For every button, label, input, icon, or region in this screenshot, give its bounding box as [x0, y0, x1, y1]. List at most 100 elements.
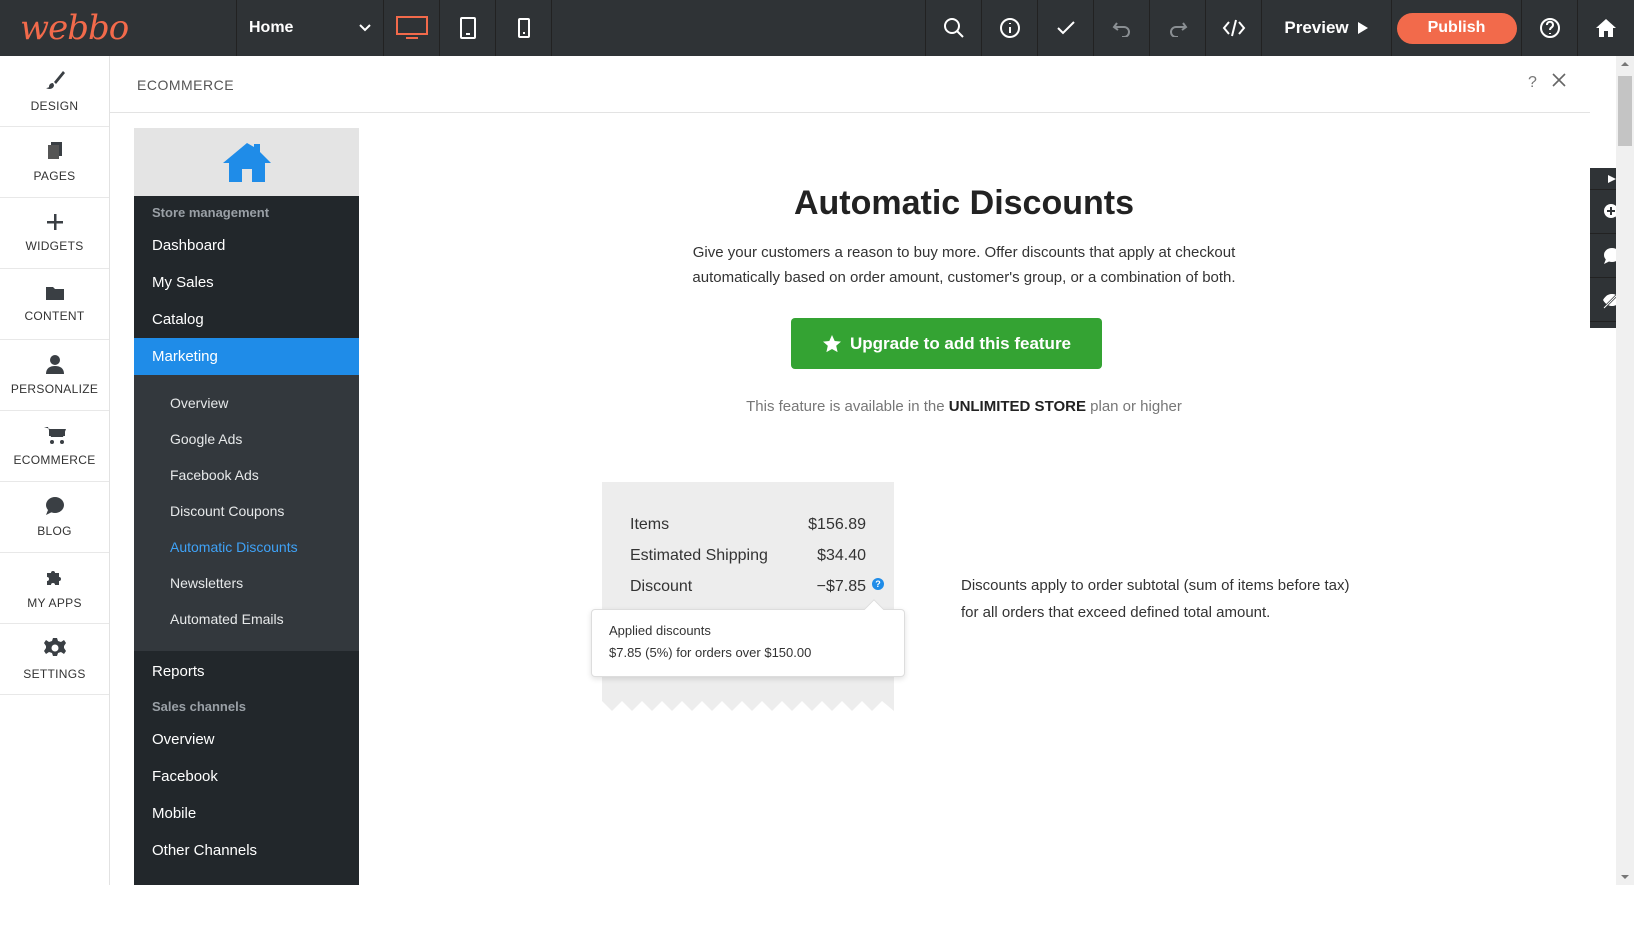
info-dot-icon: ? — [872, 578, 884, 590]
subnav-google-ads[interactable]: Google Ads — [134, 421, 359, 457]
gear-icon — [43, 638, 66, 656]
subnav-automated-emails[interactable]: Automated Emails — [134, 601, 359, 637]
plan-note: This feature is available in the UNLIMIT… — [359, 398, 1569, 415]
code-icon — [1222, 19, 1245, 37]
store-nav: Store management Dashboard My Sales Cata… — [134, 128, 359, 885]
receipt-value: $34.40 — [817, 547, 866, 564]
redo-button[interactable] — [1150, 0, 1206, 56]
marketing-subnav: Overview Google Ads Facebook Ads Discoun… — [134, 375, 359, 651]
pages-icon — [47, 142, 62, 159]
top-toolbar: webbo Home Preview Publish — [0, 0, 1634, 56]
rail-label: ECOMMERCE — [13, 453, 96, 467]
page-title: Automatic Discounts — [793, 184, 1135, 222]
rail-pages[interactable]: PAGES — [0, 127, 109, 198]
rail-label: PAGES — [33, 169, 76, 183]
tooltip-detail: $7.85 (5%) for orders over $150.00 — [609, 645, 812, 660]
puzzle-icon — [46, 571, 61, 585]
mobile-view-button[interactable] — [496, 0, 552, 56]
rail-content[interactable]: CONTENT — [0, 269, 109, 340]
nav-item-my-sales[interactable]: My Sales — [134, 264, 359, 301]
content-area: Automatic Discounts Give your customers … — [359, 128, 1569, 885]
plan-prefix: This feature is available in the — [746, 398, 945, 415]
toolbar-spacer — [552, 0, 926, 56]
subnav-overview[interactable]: Overview — [134, 385, 359, 421]
publish-wrap: Publish — [1392, 0, 1522, 56]
tablet-view-button[interactable] — [440, 0, 496, 56]
ecommerce-panel: ECOMMERCE ? Store management Dashboard M… — [110, 56, 1590, 885]
rail-label: SETTINGS — [23, 667, 86, 681]
nav-item-mobile[interactable]: Mobile — [134, 795, 359, 832]
left-rail: DESIGN PAGES WIDGETS CONTENT PERSONALIZE… — [0, 56, 110, 885]
rail-label: WIDGETS — [25, 239, 84, 253]
plan-suffix: plan or higher — [1090, 398, 1182, 415]
chevron-down-icon — [359, 24, 371, 32]
tablet-icon — [459, 17, 476, 39]
discount-explanation: Discounts apply to order subtotal (sum o… — [961, 577, 1350, 621]
nav-item-channel-overview[interactable]: Overview — [134, 721, 359, 758]
home-button[interactable] — [1578, 0, 1634, 56]
subnav-discount-coupons[interactable]: Discount Coupons — [134, 493, 359, 529]
store-home-button[interactable] — [134, 128, 359, 196]
undo-button[interactable] — [1094, 0, 1150, 56]
info-button[interactable] — [982, 0, 1038, 56]
checkmark-icon — [1056, 21, 1075, 35]
rail-label: DESIGN — [30, 99, 79, 113]
rail-label: CONTENT — [24, 309, 85, 323]
play-icon — [1357, 22, 1368, 34]
desktop-icon — [395, 16, 428, 39]
receipt-value: −$7.85 — [816, 578, 866, 595]
receipt-value: $156.89 — [808, 516, 866, 533]
receipt-row: Estimated Shipping $34.40 — [630, 547, 866, 565]
receipt-row: Items $156.89 — [630, 516, 866, 534]
receipt-row: Discount −$7.85 — [630, 578, 866, 596]
check-button[interactable] — [1038, 0, 1094, 56]
tooltip-title: Applied discounts — [609, 623, 711, 638]
person-icon — [45, 355, 64, 374]
help-button[interactable] — [1522, 0, 1578, 56]
rail-design[interactable]: DESIGN — [0, 56, 109, 127]
search-button[interactable] — [926, 0, 982, 56]
rail-label: BLOG — [37, 524, 72, 538]
nav-item-dashboard[interactable]: Dashboard — [134, 227, 359, 264]
code-button[interactable] — [1206, 0, 1262, 56]
upgrade-button[interactable]: Upgrade to add this feature — [791, 318, 1102, 369]
search-icon — [943, 18, 964, 38]
folder-icon — [45, 287, 64, 300]
panel-close-button[interactable] — [1552, 73, 1566, 92]
star-icon — [822, 334, 841, 352]
rail-settings[interactable]: SETTINGS — [0, 624, 109, 695]
nav-item-marketing[interactable]: Marketing — [134, 338, 359, 375]
rail-my-apps[interactable]: MY APPS — [0, 553, 109, 624]
close-icon — [1552, 73, 1566, 87]
publish-button[interactable]: Publish — [1396, 12, 1517, 44]
plus-icon — [46, 214, 63, 230]
mobile-icon — [517, 18, 530, 38]
rail-ecommerce[interactable]: ECOMMERCE — [0, 411, 109, 482]
desktop-view-button[interactable] — [384, 0, 440, 56]
rail-widgets[interactable]: WIDGETS — [0, 198, 109, 269]
receipt-label: Items — [630, 516, 670, 533]
rail-personalize[interactable]: PERSONALIZE — [0, 340, 109, 411]
preview-button[interactable]: Preview — [1262, 0, 1392, 56]
preview-label: Preview — [1284, 18, 1349, 37]
panel-help-button[interactable]: ? — [1528, 74, 1537, 92]
cart-icon — [43, 427, 66, 444]
page-select-dropdown[interactable]: Home — [237, 0, 384, 56]
nav-item-catalog[interactable]: Catalog — [134, 301, 359, 338]
info-icon — [999, 18, 1020, 38]
subnav-facebook-ads[interactable]: Facebook Ads — [134, 457, 359, 493]
scroll-down-icon — [1621, 875, 1629, 879]
subnav-automatic-discounts[interactable]: Automatic Discounts — [134, 529, 359, 565]
scroll-up-icon — [1621, 62, 1629, 66]
page-scrollbar[interactable] — [1616, 56, 1634, 885]
plan-name: UNLIMITED STORE — [948, 398, 1086, 415]
receipt-label: Estimated Shipping — [630, 547, 768, 564]
page-scrollbar-thumb[interactable] — [1618, 76, 1632, 146]
subnav-newsletters[interactable]: Newsletters — [134, 565, 359, 601]
home-icon — [1596, 19, 1616, 37]
nav-item-other-channels[interactable]: Other Channels — [134, 832, 359, 869]
nav-item-reports[interactable]: Reports — [134, 653, 359, 690]
rail-blog[interactable]: BLOG — [0, 482, 109, 553]
nav-item-facebook[interactable]: Facebook — [134, 758, 359, 795]
webbo-logo[interactable]: webbo — [0, 0, 237, 56]
